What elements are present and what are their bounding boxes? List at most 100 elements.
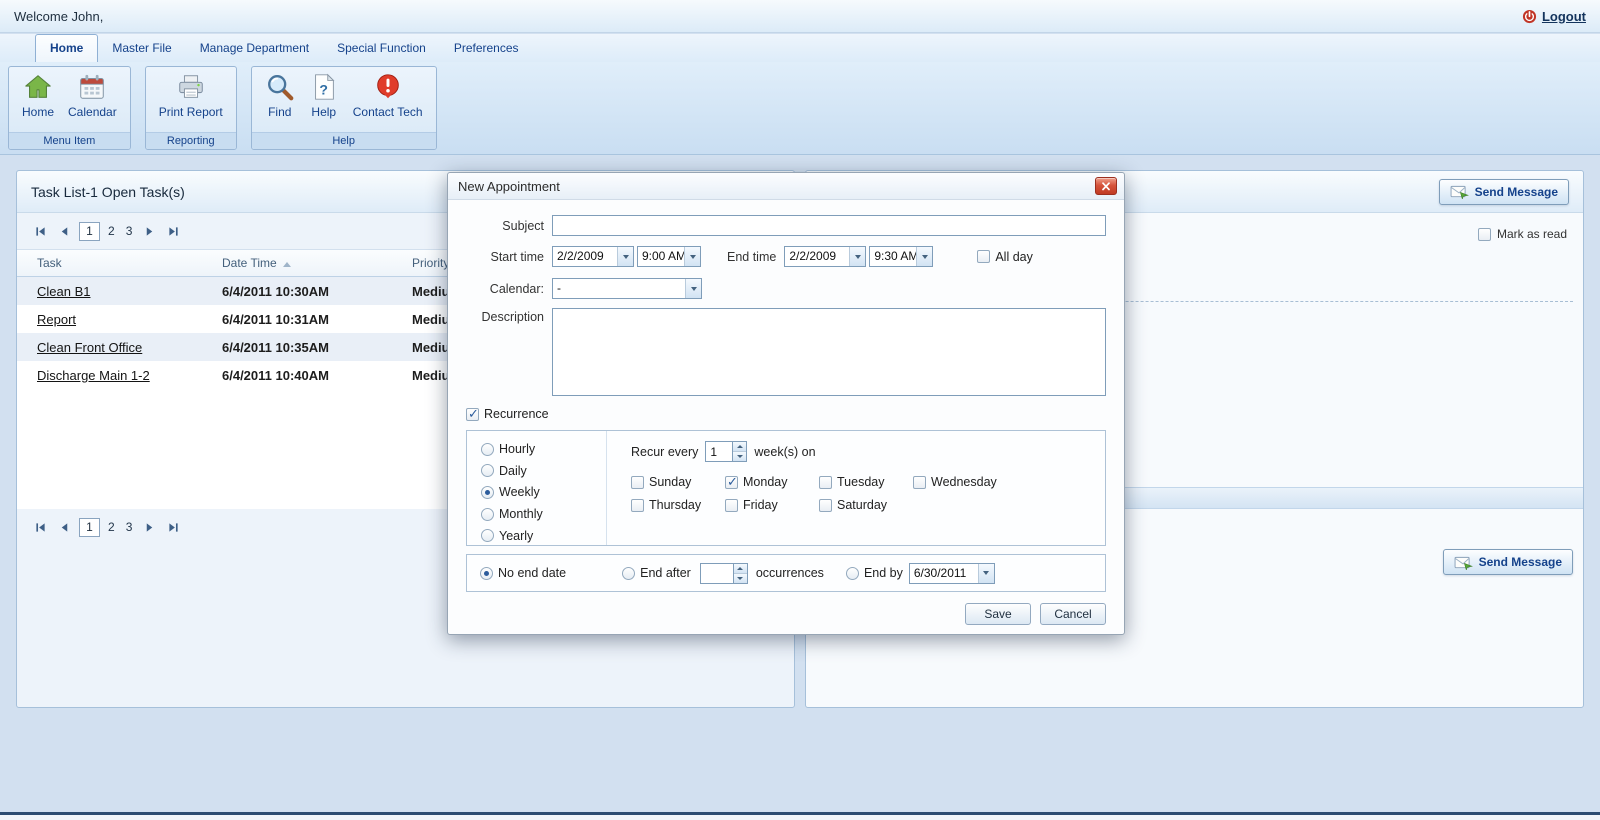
tab-preferences[interactable]: Preferences (440, 35, 533, 62)
mark-as-read-checkbox[interactable] (1477, 227, 1491, 241)
task-link[interactable]: Clean B1 (37, 284, 90, 299)
end-by-option[interactable]: End by 6/30/2011 (845, 562, 995, 584)
task-link[interactable]: Discharge Main 1-2 (37, 368, 150, 383)
saturday-checkbox[interactable] (819, 498, 832, 512)
chevron-down-icon (977, 563, 994, 583)
find-button[interactable]: Find (258, 70, 302, 132)
occurrences-label: occurrences (755, 566, 824, 580)
day-tuesday[interactable]: Tuesday (819, 475, 913, 489)
page-last-button[interactable] (164, 222, 183, 241)
calendar-select[interactable]: - (552, 278, 702, 299)
tab-master-file[interactable]: Master File (98, 35, 185, 62)
weekly-radio[interactable] (481, 485, 494, 499)
print-report-button[interactable]: Print Report (152, 70, 230, 132)
sunday-checkbox[interactable] (631, 475, 644, 489)
recurrence-checkbox[interactable] (466, 406, 479, 422)
page-last-button[interactable] (164, 518, 183, 537)
page-number-3[interactable]: 3 (123, 520, 136, 534)
all-day-control[interactable]: All day (977, 250, 1033, 264)
tab-special-function[interactable]: Special Function (323, 35, 440, 62)
page-next-button[interactable] (140, 222, 159, 241)
end-after-option[interactable]: End after occurrences (622, 562, 824, 584)
tuesday-checkbox[interactable] (819, 475, 832, 489)
yearly-radio[interactable] (481, 529, 494, 543)
monday-checkbox[interactable] (725, 474, 738, 490)
task-panel-title: Task List-1 Open Task(s) (31, 183, 185, 200)
page-number-3[interactable]: 3 (123, 224, 136, 238)
column-task[interactable]: Task (17, 256, 222, 270)
monthly-radio[interactable] (481, 507, 494, 521)
home-button[interactable]: Home (15, 70, 61, 132)
mark-as-read-control[interactable]: Mark as read (1477, 227, 1567, 241)
subject-input[interactable] (552, 215, 1106, 236)
friday-checkbox[interactable] (725, 498, 738, 512)
logout-link[interactable]: Logout (1522, 9, 1586, 24)
frequency-radio-group: Hourly Daily Weekly Monthly Yearly (467, 431, 607, 545)
spin-up-button[interactable] (733, 563, 747, 574)
send-message-button[interactable]: Send Message (1438, 178, 1569, 205)
thursday-checkbox[interactable] (631, 498, 644, 512)
day-friday[interactable]: Friday (725, 498, 819, 512)
frequency-option-yearly[interactable]: Yearly (481, 526, 606, 545)
day-monday[interactable]: Monday (725, 474, 819, 490)
no-end-date-radio[interactable] (480, 566, 493, 580)
help-icon: ? (314, 73, 335, 100)
occurrences-input[interactable] (699, 562, 734, 584)
task-link[interactable]: Clean Front Office (37, 340, 142, 355)
send-message-button-2[interactable]: Send Message (1442, 549, 1573, 575)
daily-radio[interactable] (481, 464, 494, 478)
frequency-option-monthly[interactable]: Monthly (481, 505, 606, 524)
recur-every-input[interactable] (705, 441, 734, 462)
end-date-select[interactable]: 2/2/2009 (784, 246, 867, 267)
day-thursday[interactable]: Thursday (631, 498, 725, 512)
save-button[interactable]: Save (965, 603, 1031, 625)
contact-tech-button[interactable]: Contact Tech (346, 70, 430, 132)
spin-up-button[interactable] (733, 442, 747, 452)
frequency-option-hourly[interactable]: Hourly (481, 440, 606, 459)
help-button[interactable]: ? Help (302, 70, 346, 132)
no-end-date-option[interactable]: No end date (480, 566, 566, 580)
start-time-value: 9:00 AM (642, 249, 684, 263)
calendar-button[interactable]: Calendar (61, 70, 124, 132)
end-time-value: 9:30 AM (874, 249, 917, 263)
page-number-2[interactable]: 2 (105, 224, 118, 238)
column-date-time[interactable]: Date Time (222, 256, 412, 270)
page-number-current[interactable]: 1 (79, 517, 100, 537)
cancel-button[interactable]: Cancel (1040, 603, 1106, 625)
frequency-option-weekly[interactable]: Weekly (481, 483, 606, 502)
task-datetime: 6/4/2011 10:35AM (222, 339, 329, 355)
task-datetime: 6/4/2011 10:31AM (222, 311, 329, 327)
task-link[interactable]: Report (37, 312, 76, 327)
dialog-title-bar[interactable]: New Appointment (448, 173, 1124, 200)
printer-icon (179, 75, 203, 98)
end-by-date-select[interactable]: 6/30/2011 (908, 562, 995, 584)
frequency-option-daily[interactable]: Daily (481, 462, 606, 481)
wednesday-checkbox[interactable] (913, 475, 926, 489)
page-number-current[interactable]: 1 (79, 221, 100, 241)
hourly-radio[interactable] (481, 442, 494, 456)
description-textarea[interactable] (552, 308, 1106, 396)
page-next-button[interactable] (140, 518, 159, 537)
end-after-radio[interactable] (622, 566, 636, 580)
end-by-radio[interactable] (845, 566, 859, 580)
start-time-select[interactable]: 9:00 AM (637, 246, 701, 267)
page-prev-button[interactable] (55, 222, 74, 241)
day-sunday[interactable]: Sunday (631, 475, 725, 489)
spin-down-button[interactable] (733, 573, 747, 583)
recur-every-label: Recur every (631, 444, 699, 459)
spin-down-button[interactable] (733, 452, 747, 461)
all-day-checkbox[interactable] (977, 250, 991, 263)
contact-tech-button-label: Contact Tech (352, 105, 423, 119)
top-bar: Welcome John, Logout (0, 0, 1600, 33)
day-saturday[interactable]: Saturday (819, 498, 913, 512)
page-first-button[interactable] (31, 222, 50, 241)
page-first-button[interactable] (31, 518, 50, 537)
start-date-select[interactable]: 2/2/2009 (552, 246, 634, 267)
dialog-close-button[interactable] (1095, 177, 1117, 195)
page-prev-button[interactable] (55, 518, 74, 537)
tab-manage-department[interactable]: Manage Department (186, 35, 323, 62)
tab-home[interactable]: Home (35, 34, 99, 62)
day-wednesday[interactable]: Wednesday (913, 475, 1007, 489)
end-time-select[interactable]: 9:30 AM (869, 246, 934, 267)
page-number-2[interactable]: 2 (105, 520, 118, 534)
